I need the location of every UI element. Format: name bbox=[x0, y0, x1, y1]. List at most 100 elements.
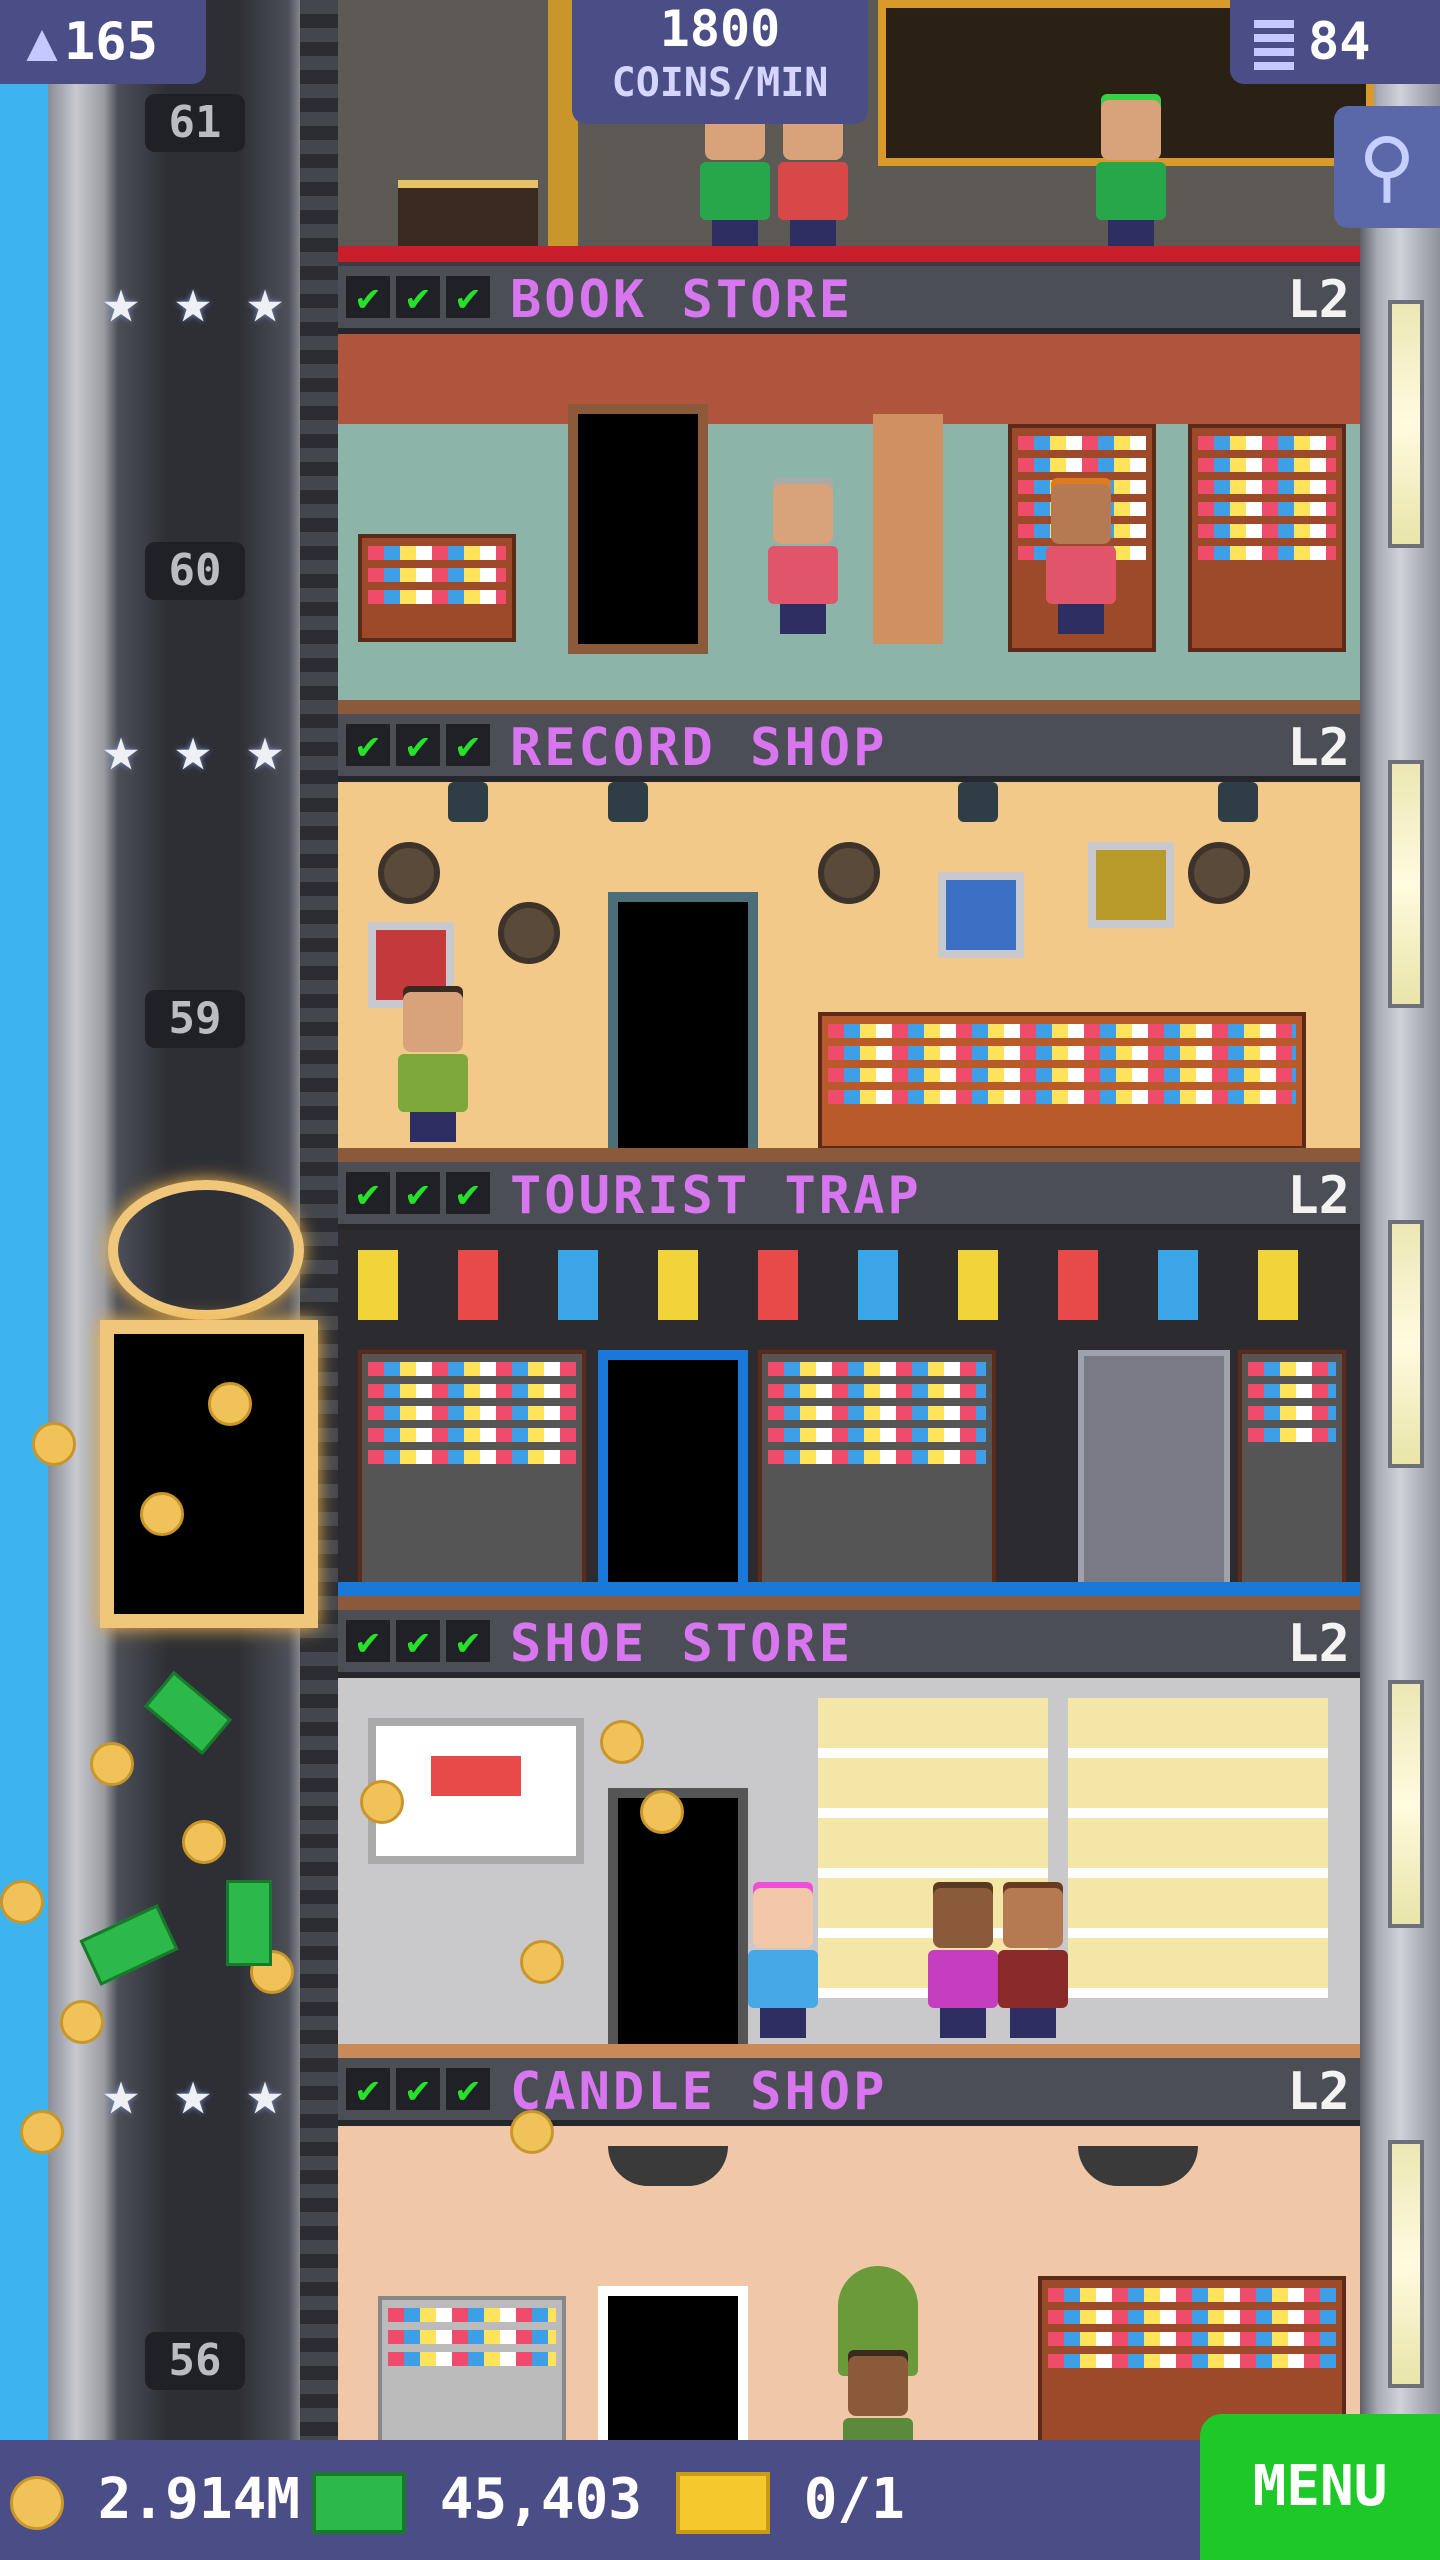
door bbox=[608, 892, 758, 1162]
floor-count-value: 84 bbox=[1308, 12, 1371, 72]
floor-name: BOOK STORE bbox=[510, 270, 854, 330]
floor-candle-shop[interactable]: ✔ ✔ ✔ CANDLE SHOP L2 bbox=[338, 2058, 1360, 2440]
check-icon: ✔ bbox=[446, 276, 490, 318]
menu-button[interactable]: MENU bbox=[1200, 2414, 1440, 2560]
coin-icon bbox=[20, 2110, 64, 2154]
coins-rate-panel[interactable]: 1800 COINS/MIN bbox=[572, 0, 868, 124]
coin-icon bbox=[208, 1382, 252, 1426]
ceiling-lamp bbox=[1078, 2146, 1198, 2186]
vip-count[interactable]: 0/1 bbox=[676, 2440, 905, 2560]
floor-base bbox=[338, 700, 1360, 714]
banknote-icon bbox=[312, 2471, 406, 2534]
coin-icon bbox=[0, 1880, 44, 1924]
souvenir-shelf bbox=[1238, 1350, 1346, 1598]
floor-level: L2 bbox=[1287, 718, 1350, 778]
picture-frame bbox=[1088, 842, 1174, 928]
floor-carpet bbox=[338, 246, 1360, 262]
floor-body bbox=[338, 782, 1360, 1162]
elevator-stars: ★ ★ ★ bbox=[92, 712, 294, 785]
floor-checkmarks: ✔ ✔ ✔ bbox=[346, 276, 490, 318]
floor-shoe-store[interactable]: ✔ ✔ ✔ SHOE STORE L2 bbox=[338, 1610, 1360, 2058]
coins-total-value: 2.914M bbox=[97, 2467, 301, 2532]
coins-total[interactable]: 2.914M bbox=[10, 2440, 300, 2560]
window bbox=[1388, 1220, 1424, 1468]
person[interactable] bbox=[1046, 478, 1116, 634]
floor-checkmarks: ✔ ✔ ✔ bbox=[346, 2068, 490, 2110]
spotlight bbox=[1218, 782, 1258, 822]
coins-rate-unit: COINS/MIN bbox=[611, 60, 829, 106]
floor-header: ✔ ✔ ✔ SHOE STORE L2 bbox=[338, 1610, 1360, 1678]
floor-base bbox=[338, 1148, 1360, 1162]
coins-rate-value: 1800 bbox=[659, 0, 781, 58]
floor-counter[interactable]: 84 bbox=[1230, 0, 1440, 84]
elevator-car[interactable] bbox=[100, 1320, 318, 1628]
floor-trim bbox=[338, 1582, 1360, 1596]
window bbox=[1388, 1680, 1424, 1928]
person[interactable] bbox=[398, 986, 468, 1142]
star-icon: ★ bbox=[246, 264, 284, 337]
column bbox=[873, 414, 943, 644]
elevator-stars: ★ ★ ★ bbox=[92, 2062, 294, 2124]
population-counter[interactable]: ▲ 165 bbox=[0, 0, 206, 84]
check-icon: ✔ bbox=[396, 2068, 440, 2110]
floor-checkmarks: ✔ ✔ ✔ bbox=[346, 1620, 490, 1662]
window bbox=[1388, 760, 1424, 1008]
coin-icon bbox=[510, 2110, 554, 2154]
floor-level: L2 bbox=[1287, 2062, 1350, 2122]
spotlight bbox=[958, 782, 998, 822]
bux-total[interactable]: 45,403 bbox=[312, 2440, 642, 2560]
floor-book-store[interactable]: ✔ ✔ ✔ BOOK STORE L2 bbox=[338, 266, 1360, 714]
floor-tourist-trap[interactable]: ✔ ✔ ✔ TOURIST TRAP L2 bbox=[338, 1162, 1360, 1610]
person[interactable] bbox=[843, 2350, 913, 2440]
person[interactable] bbox=[768, 478, 838, 634]
floor-body bbox=[338, 1678, 1360, 2058]
floor-name: TOURIST TRAP bbox=[510, 1166, 922, 1226]
person-icon: ▲ bbox=[26, 12, 58, 72]
picture-frame bbox=[938, 872, 1024, 958]
souvenir-display bbox=[358, 1250, 1338, 1320]
person[interactable] bbox=[748, 1882, 818, 2038]
banknote-icon bbox=[226, 1880, 272, 1966]
floor-record-shop[interactable]: ✔ ✔ ✔ RECORD SHOP L2 bbox=[338, 714, 1360, 1162]
person[interactable] bbox=[1096, 94, 1166, 250]
vinyl-record bbox=[818, 842, 880, 904]
door bbox=[568, 404, 708, 654]
display-case bbox=[1078, 1350, 1230, 1592]
coin-icon bbox=[32, 1422, 76, 1466]
door bbox=[608, 1788, 748, 2058]
floor-header: ✔ ✔ ✔ BOOK STORE L2 bbox=[338, 266, 1360, 334]
elevator-floor-number: 59 bbox=[145, 990, 245, 1048]
vip-ticket-icon bbox=[676, 2471, 770, 2534]
elevator-stars: ★ ★ ★ bbox=[92, 264, 294, 337]
check-icon: ✔ bbox=[346, 1620, 390, 1662]
star-icon: ★ bbox=[246, 712, 284, 785]
person[interactable] bbox=[928, 1882, 998, 2038]
floor-body bbox=[338, 2126, 1360, 2440]
floor-header: ✔ ✔ ✔ RECORD SHOP L2 bbox=[338, 714, 1360, 782]
check-icon: ✔ bbox=[446, 1172, 490, 1214]
floor-checkmarks: ✔ ✔ ✔ bbox=[346, 1172, 490, 1214]
floor-base bbox=[338, 1596, 1360, 1610]
elevator-floor-number: 60 bbox=[145, 542, 245, 600]
coin-icon bbox=[640, 1790, 684, 1834]
floor-checkmarks: ✔ ✔ ✔ bbox=[346, 724, 490, 766]
coin-icon bbox=[360, 1780, 404, 1824]
magnifier-icon: ⚲ bbox=[1358, 122, 1416, 212]
bux-total-value: 45,403 bbox=[439, 2467, 643, 2532]
check-icon: ✔ bbox=[396, 724, 440, 766]
spotlight bbox=[608, 782, 648, 822]
coin-icon bbox=[140, 1492, 184, 1536]
coin-icon bbox=[60, 2000, 104, 2044]
souvenir-shelf bbox=[758, 1350, 996, 1598]
floor-level: L2 bbox=[1287, 1166, 1350, 1226]
door bbox=[598, 2286, 748, 2440]
sky-strip bbox=[0, 0, 48, 2440]
person[interactable] bbox=[998, 1882, 1068, 2038]
coin-icon bbox=[600, 1720, 644, 1764]
floor-body bbox=[338, 334, 1360, 714]
bookshelf bbox=[358, 534, 516, 642]
bookshelf bbox=[1188, 424, 1346, 652]
search-button[interactable]: ⚲ bbox=[1334, 106, 1440, 228]
ceiling-lamp bbox=[608, 2146, 728, 2186]
floor-header: ✔ ✔ ✔ CANDLE SHOP L2 bbox=[338, 2058, 1360, 2126]
